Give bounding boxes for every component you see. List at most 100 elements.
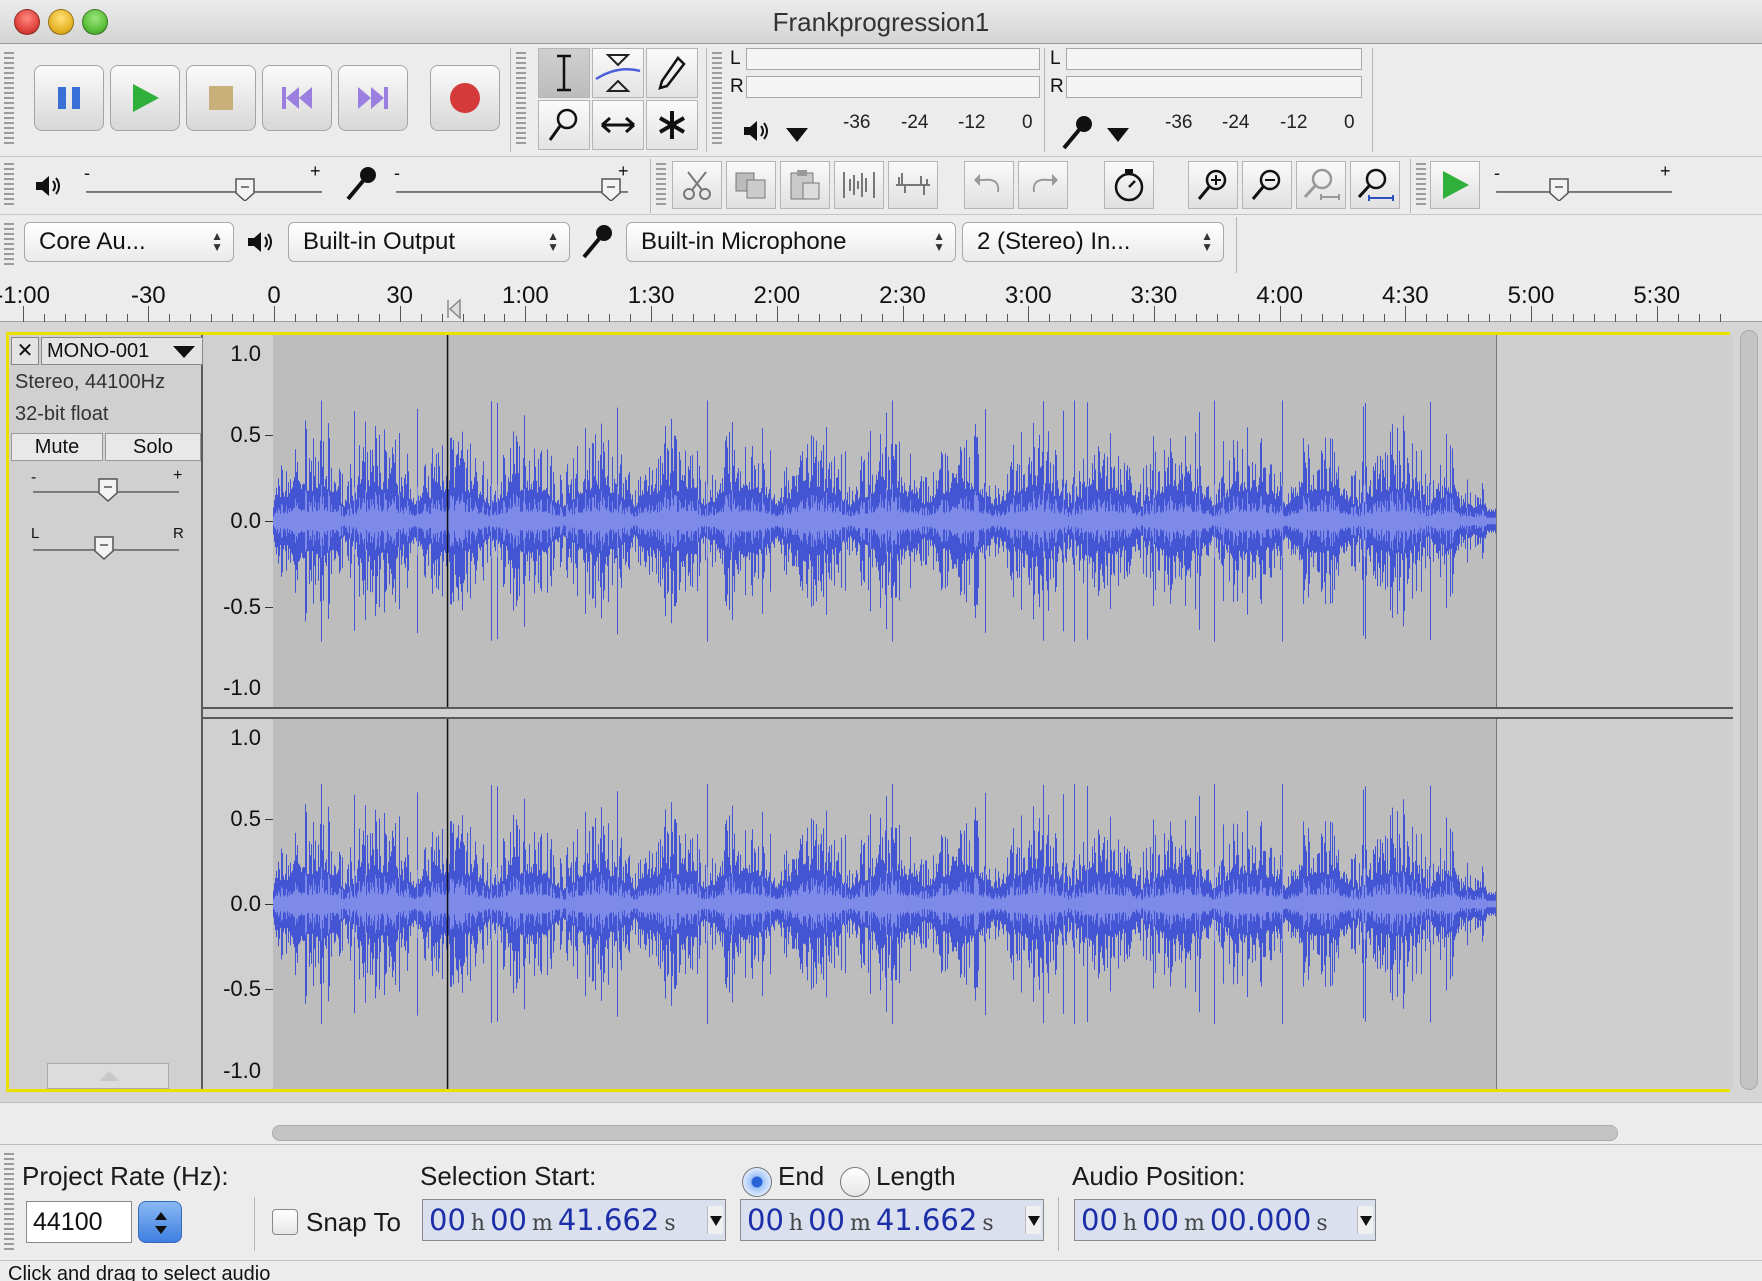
silence-audio-button[interactable] bbox=[888, 161, 938, 209]
gain-slider[interactable]: - + bbox=[29, 467, 189, 513]
skip-to-start-button[interactable] bbox=[262, 65, 332, 131]
amplitude-ruler-right-channel[interactable]: 1.0 0.5 0.0 -0.5 -1.0 bbox=[203, 719, 273, 1089]
empty-track-region[interactable] bbox=[1496, 335, 1733, 707]
recording-device-select[interactable]: Built-in Microphone ▲ ▼ bbox=[626, 222, 956, 262]
hours-unit: h bbox=[788, 1211, 804, 1236]
playback-speed-slider[interactable]: - + bbox=[1492, 161, 1678, 207]
close-track-button[interactable]: ✕ bbox=[11, 337, 39, 365]
meter-toolbar-grip[interactable] bbox=[712, 52, 722, 146]
toolbar-row-2: - + - + - + bbox=[0, 156, 1762, 214]
play-head-marker-icon[interactable] bbox=[446, 298, 462, 320]
mute-button[interactable]: Mute bbox=[11, 433, 103, 461]
ruler-tick bbox=[672, 314, 674, 322]
audio-track[interactable]: ✕ MONO-001 Stereo, 44100Hz 32-bit float … bbox=[6, 332, 1733, 1092]
device-toolbar-grip[interactable] bbox=[4, 223, 14, 267]
slider-thumb-icon[interactable] bbox=[600, 177, 622, 201]
redo-button[interactable] bbox=[1018, 161, 1068, 209]
ruler-tick bbox=[1635, 314, 1637, 322]
cut-button[interactable] bbox=[672, 161, 722, 209]
length-radio-button[interactable] bbox=[840, 1167, 870, 1197]
draw-tool-button[interactable] bbox=[646, 48, 698, 98]
audio-position-time[interactable]: 00 h 00 m 00.000 s bbox=[1074, 1199, 1376, 1241]
ruler-tick bbox=[190, 314, 192, 322]
pan-slider[interactable]: L R bbox=[29, 525, 189, 571]
selection-start-time[interactable]: 00 h 00 m 41.662 s bbox=[422, 1199, 726, 1241]
audio-host-select[interactable]: Core Au... ▲ ▼ bbox=[24, 222, 234, 262]
redo-icon bbox=[1032, 174, 1058, 193]
selection-tool-button[interactable] bbox=[538, 48, 590, 98]
solo-button[interactable]: Solo bbox=[105, 433, 201, 461]
time-shift-tool-button[interactable] bbox=[592, 100, 644, 150]
ruler-tick bbox=[986, 314, 988, 322]
recording-volume-slider[interactable]: - + bbox=[392, 161, 632, 207]
sync-lock-button[interactable] bbox=[1104, 161, 1154, 209]
selection-end-time[interactable]: 00 h 00 m 41.662 s bbox=[740, 1199, 1044, 1241]
ruler-tick bbox=[1091, 314, 1093, 322]
title-bar: Frankprogression1 bbox=[0, 0, 1762, 44]
amplitude-label: -1.0 bbox=[223, 675, 261, 701]
zoom-out-button[interactable] bbox=[1242, 161, 1292, 209]
mixer-toolbar-grip[interactable] bbox=[4, 163, 14, 207]
collapse-track-button[interactable] bbox=[47, 1063, 169, 1089]
slider-thumb-icon[interactable] bbox=[1548, 177, 1570, 201]
time-format-dropdown[interactable] bbox=[1357, 1206, 1373, 1234]
snap-to-checkbox[interactable] bbox=[272, 1209, 298, 1235]
play-at-speed-button[interactable] bbox=[1430, 161, 1480, 209]
play-at-speed-toolbar-grip[interactable] bbox=[1416, 163, 1426, 207]
copy-button[interactable] bbox=[726, 161, 776, 209]
play-button[interactable] bbox=[110, 65, 180, 131]
slider-thumb-icon[interactable] bbox=[234, 177, 256, 201]
recording-channels-select[interactable]: 2 (Stereo) In... ▲ ▼ bbox=[962, 222, 1224, 262]
playback-device-select[interactable]: Built-in Output ▲ ▼ bbox=[288, 222, 570, 262]
envelope-tool-button[interactable] bbox=[592, 48, 644, 98]
horizontal-scrollbar[interactable] bbox=[272, 1125, 1618, 1141]
project-rate-input[interactable]: 44100 bbox=[26, 1201, 132, 1243]
playback-meter-left-bar[interactable] bbox=[746, 48, 1040, 70]
playback-meter-left-label: L bbox=[730, 48, 741, 69]
multi-tool-button[interactable] bbox=[646, 100, 698, 150]
pause-button[interactable] bbox=[34, 65, 104, 131]
time-format-dropdown[interactable] bbox=[1025, 1206, 1041, 1234]
slider-thumb-icon[interactable] bbox=[97, 477, 119, 503]
track-name-menu-button[interactable]: MONO-001 bbox=[41, 337, 203, 365]
transport-toolbar-grip[interactable] bbox=[4, 52, 14, 146]
record-meter-left-bar[interactable] bbox=[1066, 48, 1362, 70]
fit-project-button[interactable] bbox=[1350, 161, 1400, 209]
timeline-ruler[interactable]: -1:00 -30 0 30 1:00 1:30 2:00 2:30 3:00 3:30 4:00 4… bbox=[0, 276, 1762, 322]
trim-audio-button[interactable] bbox=[834, 161, 884, 209]
zoom-tool-button[interactable] bbox=[538, 100, 590, 150]
amplitude-label: -0.5 bbox=[223, 976, 261, 1002]
record-icon bbox=[450, 83, 480, 113]
position-hours: 00 bbox=[1081, 1203, 1118, 1237]
playback-meter-menu-button[interactable] bbox=[782, 122, 812, 153]
end-radio-button[interactable] bbox=[742, 1167, 772, 1197]
time-format-dropdown[interactable] bbox=[707, 1206, 723, 1234]
waveform-right-channel[interactable] bbox=[273, 719, 1733, 1089]
project-rate-dropdown-button[interactable] bbox=[138, 1201, 182, 1243]
record-meter-menu-button[interactable] bbox=[1103, 122, 1133, 153]
zoom-in-button[interactable] bbox=[1188, 161, 1238, 209]
fit-selection-button[interactable] bbox=[1296, 161, 1346, 209]
amplitude-label: 0.0 bbox=[230, 891, 261, 916]
amplitude-ruler-left-channel[interactable]: 1.0 0.5 0.0 -0.5 -1.0 bbox=[203, 335, 273, 707]
waveform-left-channel[interactable] bbox=[273, 335, 1733, 707]
gain-minus-label: - bbox=[31, 469, 37, 486]
slider-thumb-icon[interactable] bbox=[93, 535, 115, 561]
paste-button[interactable] bbox=[780, 161, 830, 209]
channel-separator[interactable] bbox=[203, 707, 1733, 719]
record-button[interactable] bbox=[430, 65, 500, 131]
chevron-down-icon bbox=[710, 1216, 722, 1226]
undo-button[interactable] bbox=[964, 161, 1014, 209]
record-meter-right-bar[interactable] bbox=[1066, 76, 1362, 98]
fit-project-icon bbox=[1357, 168, 1394, 201]
edit-toolbar-grip[interactable] bbox=[656, 163, 666, 207]
hours-unit: h bbox=[470, 1211, 486, 1236]
stop-button[interactable] bbox=[186, 65, 256, 131]
selection-toolbar-grip[interactable] bbox=[4, 1153, 14, 1253]
vertical-scrollbar[interactable] bbox=[1740, 330, 1758, 1090]
tools-toolbar-grip[interactable] bbox=[516, 52, 526, 146]
empty-track-region[interactable] bbox=[1496, 719, 1733, 1089]
playback-volume-slider[interactable]: - + bbox=[82, 161, 326, 207]
skip-to-end-button[interactable] bbox=[338, 65, 408, 131]
playback-meter-right-bar[interactable] bbox=[746, 76, 1040, 98]
